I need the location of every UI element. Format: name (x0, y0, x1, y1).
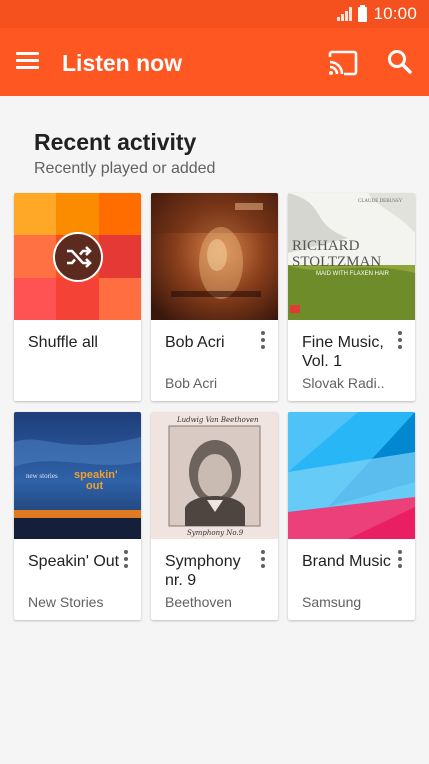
card-title: Fine Music, Vol. 1 (302, 334, 384, 370)
album-art-text: Ludwig Van Beethoven (176, 416, 259, 424)
battery-icon (358, 4, 368, 22)
album-art-text: STOLTZMAN (292, 254, 381, 270)
status-bar: 10:00 (0, 0, 429, 28)
album-art-fine-music: CLAUDE DEBUSSY RICHARD STOLTZMAN MAID WI… (288, 193, 415, 320)
search-icon[interactable] (386, 48, 414, 76)
page-title: Listen now (62, 50, 183, 76)
section-title: Recent activity (34, 129, 197, 155)
shuffle-art (14, 193, 141, 320)
album-card-fine-music[interactable]: CLAUDE DEBUSSY RICHARD STOLTZMAN MAID WI… (288, 193, 415, 401)
card-subtitle: Bob Acri (165, 375, 218, 391)
menu-icon[interactable] (16, 52, 40, 70)
card-subtitle: Samsung (302, 594, 362, 610)
card-subtitle: Slovak Radi.. (302, 375, 385, 391)
shuffle-button[interactable] (53, 232, 103, 282)
album-card-symphony-9[interactable]: Ludwig Van Beethoven Symphony No.9 Symph… (151, 412, 278, 620)
card-title: Brand Music (302, 553, 391, 570)
album-card-bob-acri[interactable]: Bob Acri Bob Acri (151, 193, 278, 401)
card-title: Shuffle all (28, 334, 98, 351)
card-title: Speakin' Out (28, 553, 120, 570)
more-vert-icon[interactable] (256, 550, 270, 570)
album-art-text: out (86, 480, 103, 492)
main-content: Recent activity Recently played or added… (0, 96, 429, 764)
album-art-text: new stories (26, 472, 58, 480)
shuffle-icon (67, 246, 92, 268)
album-card-speakin-out[interactable]: new stories speakin' out Speakin' Out Ne… (14, 412, 141, 620)
album-art-bob-acri (151, 193, 278, 320)
cast-icon[interactable] (328, 50, 358, 76)
more-vert-icon[interactable] (393, 331, 407, 351)
more-vert-icon[interactable] (393, 550, 407, 570)
album-art-text: CLAUDE DEBUSSY (358, 199, 403, 204)
shuffle-all-card[interactable]: Shuffle all (14, 193, 141, 401)
card-title: Bob Acri (165, 334, 225, 351)
app-bar: Listen now (0, 28, 429, 96)
album-art-text: RICHARD (292, 238, 360, 254)
album-art-speakin-out: new stories speakin' out (14, 412, 141, 539)
more-vert-icon[interactable] (256, 331, 270, 351)
section-subtitle: Recently played or added (34, 160, 216, 177)
album-art-text: MAID WITH FLAXEN HAIR (316, 271, 390, 277)
album-art-symphony-9: Ludwig Van Beethoven Symphony No.9 (151, 412, 278, 539)
album-card-brand-music[interactable]: Brand Music Samsung (288, 412, 415, 620)
status-time: 10:00 (373, 4, 417, 23)
signal-icon (337, 7, 353, 21)
card-title: Symphony nr. 9 (165, 553, 241, 589)
card-subtitle: New Stories (28, 594, 104, 610)
album-art-text: Symphony No.9 (187, 529, 244, 537)
status-icons: 10:00 (337, 4, 417, 24)
card-subtitle: Beethoven (165, 594, 232, 610)
album-art-brand-music (288, 412, 415, 539)
more-vert-icon[interactable] (119, 550, 133, 570)
